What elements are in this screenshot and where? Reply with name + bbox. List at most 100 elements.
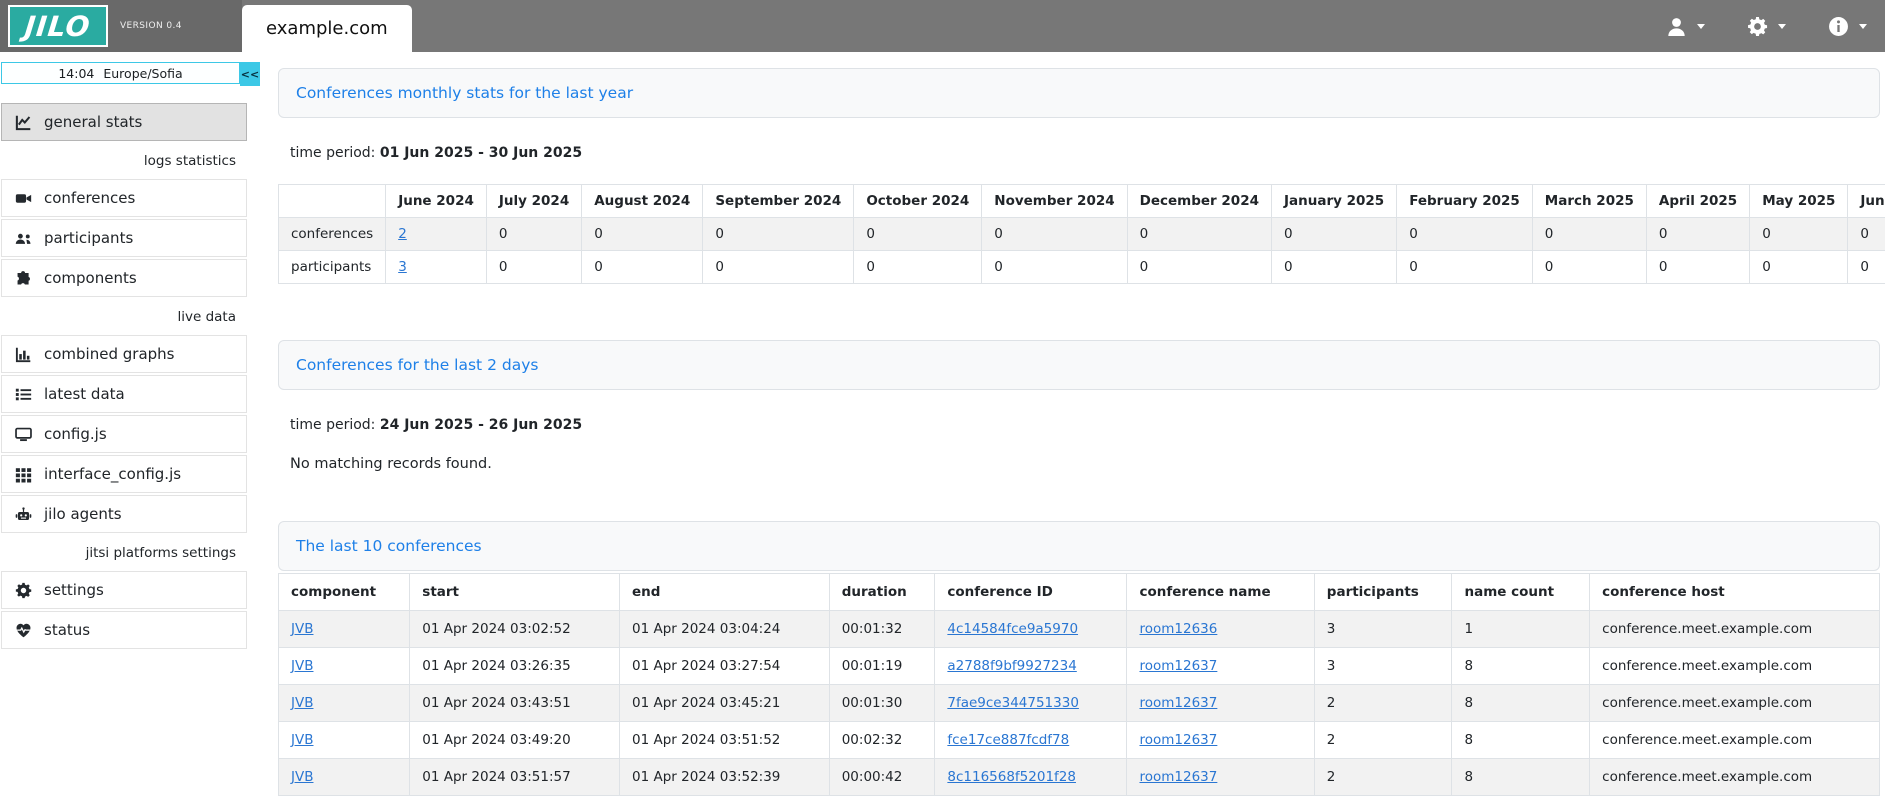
main-content: Conferences monthly stats for the last y… — [250, 52, 1885, 809]
cell-link[interactable]: 2 — [398, 226, 407, 242]
table-cell: conferences — [279, 218, 386, 251]
sidebar-item-settings[interactable]: settings — [1, 571, 247, 609]
column-header: June 2025 — [1848, 185, 1885, 218]
table-cell: 0 — [1397, 251, 1533, 284]
sidebar-item-config-js[interactable]: config.js — [1, 415, 247, 453]
column-header: conference host — [1590, 574, 1880, 611]
info-menu-button[interactable] — [1828, 16, 1867, 37]
cell-link[interactable]: 7fae9ce344751330 — [947, 695, 1079, 711]
table-cell: 0 — [1750, 251, 1848, 284]
cell-link[interactable]: room12636 — [1139, 621, 1217, 637]
column-header: name count — [1452, 574, 1590, 611]
card-title-last-conferences[interactable]: The last 10 conferences — [296, 537, 482, 555]
table-cell: 8 — [1452, 648, 1590, 685]
cell-link[interactable]: JVB — [291, 732, 313, 748]
card-title-monthly-stats[interactable]: Conferences monthly stats for the last y… — [296, 84, 633, 102]
table-cell: 01 Apr 2024 03:51:57 — [410, 759, 620, 796]
column-header: November 2024 — [982, 185, 1127, 218]
cell-link[interactable]: room12637 — [1139, 658, 1217, 674]
last-two-days-section: Conferences for the last 2 days time per… — [278, 340, 1880, 472]
table-cell: 2 — [1314, 759, 1452, 796]
table-cell: 0 — [1397, 218, 1533, 251]
settings-menu-button[interactable] — [1747, 16, 1786, 37]
table-cell: 01 Apr 2024 03:26:35 — [410, 648, 620, 685]
column-header: May 2025 — [1750, 185, 1848, 218]
table-cell: room12637 — [1127, 759, 1314, 796]
sidebar-item-interface-config-js[interactable]: interface_config.js — [1, 455, 247, 493]
app-version-label: VERSION 0.4 — [120, 21, 182, 31]
sidebar-item-label: latest data — [44, 385, 125, 403]
cell-link[interactable]: JVB — [291, 658, 313, 674]
column-header: December 2024 — [1127, 185, 1271, 218]
heart-pulse-icon — [13, 622, 33, 639]
clock: 14:04 Europe/Sofia — [1, 62, 240, 84]
sidebar-item-general-stats[interactable]: general stats — [1, 103, 247, 141]
table-cell: JVB — [279, 722, 410, 759]
cell-link[interactable]: room12637 — [1139, 732, 1217, 748]
column-header: March 2025 — [1532, 185, 1646, 218]
column-header: duration — [829, 574, 935, 611]
table-cell: 0 — [982, 218, 1127, 251]
sidebar-item-label: participants — [44, 229, 133, 247]
sidebar-item-latest-data[interactable]: latest data — [1, 375, 247, 413]
table-row: JVB01 Apr 2024 03:49:2001 Apr 2024 03:51… — [279, 722, 1880, 759]
table-cell: 3 — [1314, 611, 1452, 648]
card-header: Conferences for the last 2 days — [278, 340, 1880, 390]
cell-link[interactable]: JVB — [291, 769, 313, 785]
cell-link[interactable]: room12637 — [1139, 769, 1217, 785]
table-cell: JVB — [279, 759, 410, 796]
sidebar-item-participants[interactable]: participants — [1, 219, 247, 257]
clock-row: 14:04 Europe/Sofia << — [1, 62, 260, 86]
column-header: start — [410, 574, 620, 611]
sidebar: 14:04 Europe/Sofia << general statslogs … — [0, 52, 250, 809]
topbar: JILO VERSION 0.4 example.com — [0, 0, 1885, 52]
table-cell: room12637 — [1127, 648, 1314, 685]
cell-link[interactable]: JVB — [291, 621, 313, 637]
table-row: conferences2000000000000 — [279, 218, 1885, 251]
table-cell: conference.meet.example.com — [1590, 722, 1880, 759]
table-cell: conference.meet.example.com — [1590, 648, 1880, 685]
cell-link[interactable]: 4c14584fce9a5970 — [947, 621, 1078, 637]
cell-link[interactable]: JVB — [291, 695, 313, 711]
table-cell: 01 Apr 2024 03:04:24 — [620, 611, 830, 648]
table-cell: 7fae9ce344751330 — [935, 685, 1127, 722]
cell-link[interactable]: fce17ce887fcdf78 — [947, 732, 1069, 748]
platform-tab[interactable]: example.com — [242, 5, 412, 52]
cell-link[interactable]: 3 — [398, 259, 407, 275]
column-header: August 2024 — [582, 185, 703, 218]
sidebar-section-label: jitsi platforms settings — [0, 545, 250, 561]
table-cell: 0 — [1750, 218, 1848, 251]
table-cell: 01 Apr 2024 03:02:52 — [410, 611, 620, 648]
table-cell: 0 — [1532, 218, 1646, 251]
table-cell: 4c14584fce9a5970 — [935, 611, 1127, 648]
table-cell: 0 — [703, 251, 854, 284]
table-row: JVB 01 Apr 2024 03:02:5201 Apr 2024 03:04… — [279, 611, 1880, 648]
cell-link[interactable]: room12637 — [1139, 695, 1217, 711]
platform-tab-label: example.com — [266, 18, 388, 39]
sidebar-item-components[interactable]: components — [1, 259, 247, 297]
sidebar-item-label: jilo agents — [44, 505, 122, 523]
table-cell: 0 — [486, 218, 581, 251]
table-cell: 0 — [854, 218, 982, 251]
table-cell: conference.meet.example.com — [1590, 685, 1880, 722]
sidebar-item-jilo-agents[interactable]: jilo agents — [1, 495, 247, 533]
chevron-down-icon — [1778, 24, 1786, 29]
sidebar-item-conferences[interactable]: conferences — [1, 179, 247, 217]
robot-icon — [13, 506, 33, 523]
table-cell: room12637 — [1127, 722, 1314, 759]
cell-link[interactable]: a2788f9bf9927234 — [947, 658, 1076, 674]
chevron-down-icon — [1697, 24, 1705, 29]
user-menu-button[interactable] — [1666, 16, 1705, 37]
table-cell: 0 — [1271, 251, 1396, 284]
cell-link[interactable]: 8c116568f5201f28 — [947, 769, 1076, 785]
sidebar-item-label: interface_config.js — [44, 465, 181, 483]
time-period-value: 01 Jun 2025 - 30 Jun 2025 — [380, 145, 582, 161]
card-title-last-two-days[interactable]: Conferences for the last 2 days — [296, 356, 538, 374]
sidebar-item-combined-graphs[interactable]: combined graphs — [1, 335, 247, 373]
column-header: participants — [1314, 574, 1452, 611]
sidebar-item-status[interactable]: status — [1, 611, 247, 649]
table-cell: 0 — [1127, 218, 1271, 251]
table-cell: 00:01:32 — [829, 611, 935, 648]
column-header: conference name — [1127, 574, 1314, 611]
table-cell: 0 — [854, 251, 982, 284]
